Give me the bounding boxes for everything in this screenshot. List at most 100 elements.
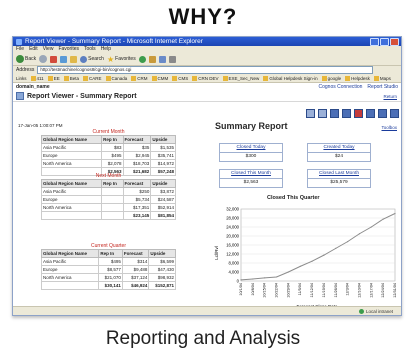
kpi-closed-today: Closed Today $300 — [219, 143, 283, 162]
return-link[interactable]: Return — [383, 94, 397, 99]
link-item[interactable]: EXE_Sec_New — [222, 75, 259, 81]
kpi-link[interactable]: Closed This Month — [220, 170, 282, 179]
stop-icon[interactable] — [50, 55, 58, 63]
menu-tools[interactable]: Tools — [84, 46, 96, 53]
links-bar: Links 411 EE Beta CARE Canada CRM CMM CM… — [13, 74, 401, 83]
current-month-table: Global Region Name Rep In Forecast Upsid… — [40, 135, 176, 176]
home-icon[interactable] — [70, 55, 78, 63]
link-label: CRM — [137, 75, 148, 81]
close-button[interactable] — [390, 37, 399, 46]
table-row: Europe $5,734 $24,587 — [40, 195, 176, 204]
y-tick-label: 12,000 — [226, 252, 239, 257]
report-studio-link[interactable]: Report Studio — [367, 84, 398, 90]
x-tick-label: 12/17/04 — [369, 283, 373, 298]
back-button[interactable]: Back — [16, 55, 36, 63]
xml-icon[interactable] — [378, 109, 387, 118]
save-icon[interactable] — [306, 109, 315, 118]
menu-edit[interactable]: Edit — [29, 46, 38, 53]
mail-icon[interactable] — [158, 55, 166, 63]
region-cell: North America — [40, 159, 103, 168]
column-header[interactable]: Global Region Name — [40, 135, 103, 144]
pdf-icon[interactable] — [354, 109, 363, 118]
data-point — [394, 212, 396, 215]
link-page-icon — [131, 75, 137, 81]
column-header[interactable]: Upside — [150, 135, 176, 144]
menu-file[interactable]: File — [16, 46, 24, 53]
window-title: Report Viewer - Summary Report - Microso… — [25, 38, 203, 45]
maximize-button[interactable] — [380, 37, 389, 46]
link-page-icon — [63, 75, 69, 81]
column-header[interactable]: Upside — [148, 249, 176, 258]
rep-in-cell: $21,070 — [98, 273, 123, 282]
region-cell: Asia Pacific — [40, 187, 103, 196]
column-header[interactable]: Global Region Name — [40, 179, 103, 188]
column-header[interactable]: Rep In — [101, 179, 124, 188]
link-label: 411 — [36, 75, 44, 81]
address-input[interactable]: http://testmachine/cognos8/cgi-bin/cogno… — [37, 66, 373, 74]
column-header[interactable]: Forecast — [122, 179, 152, 188]
link-item[interactable]: Global Helpdesk Sign-in — [263, 75, 318, 81]
link-item[interactable]: Canada — [105, 75, 127, 81]
page-title: Report Viewer - Summary Report — [27, 92, 137, 100]
toolbox-link[interactable]: Toolbox — [381, 125, 397, 130]
data-point — [275, 276, 278, 278]
favorites-button[interactable]: ★ Favorites — [107, 55, 136, 64]
link-item[interactable]: Maps — [373, 75, 391, 81]
forward-arrow-icon[interactable] — [39, 55, 48, 63]
upside-cell: $47,430 — [148, 265, 176, 274]
x-tick-label: 10/15/04 — [263, 283, 267, 298]
search-button[interactable]: Search — [80, 55, 104, 63]
kpi-closed-this-month: Closed This Month $2,563 — [219, 169, 283, 188]
link-item[interactable]: Beta — [63, 75, 79, 81]
csv-icon[interactable] — [390, 109, 399, 118]
column-header[interactable]: Global Region Name — [40, 249, 100, 258]
link-item[interactable]: CRN DEV — [192, 75, 219, 81]
link-label: CRN DEV — [198, 75, 219, 81]
link-item[interactable]: google — [321, 75, 342, 81]
link-item[interactable]: EE — [47, 75, 60, 81]
link-item[interactable]: 411 — [30, 75, 44, 81]
total-upside-cell: $152,871 — [148, 281, 176, 290]
link-item[interactable]: CMS — [172, 75, 189, 81]
link-item[interactable]: Helpdesk — [345, 75, 370, 81]
current-quarter-section: Current Quarter Global Region Name Rep I… — [40, 243, 176, 290]
keep-version-icon[interactable] — [342, 109, 351, 118]
forecast-cell: $5,734 — [122, 195, 152, 204]
kpi-link[interactable]: Closed Last Month — [308, 170, 370, 179]
link-item[interactable]: CMM — [151, 75, 168, 81]
menu-view[interactable]: View — [43, 46, 54, 53]
user-name: domain_name — [16, 84, 50, 90]
column-header[interactable]: Rep In — [101, 135, 124, 144]
cognos-connection-link[interactable]: Cognos Connection — [319, 84, 363, 90]
table-row: North America $17,351 $52,914 — [40, 203, 176, 212]
search-label: Search — [88, 56, 104, 62]
excel-icon[interactable] — [366, 109, 375, 118]
media-icon[interactable] — [138, 55, 146, 63]
email-icon[interactable] — [318, 109, 327, 118]
closed-this-quarter-chart: Lcl/Rvl Forecast Close Date 32,00028,000… — [214, 207, 397, 310]
link-item[interactable]: CARE — [82, 75, 102, 81]
run-icon[interactable] — [330, 109, 339, 118]
refresh-icon[interactable] — [60, 55, 68, 63]
table-row: North America $2,078 $18,703 $14,972 — [40, 159, 176, 168]
column-header[interactable]: Rep In — [98, 249, 123, 258]
menu-help[interactable]: Help — [101, 46, 111, 53]
column-header[interactable]: Forecast — [121, 249, 150, 258]
link-label: CMS — [178, 75, 189, 81]
forecast-cell: $314 — [121, 257, 150, 266]
minimize-button[interactable] — [370, 37, 379, 46]
link-item[interactable]: CRM — [131, 75, 148, 81]
menu-favorites[interactable]: Favorites — [58, 46, 79, 53]
column-header[interactable]: Forecast — [122, 135, 152, 144]
column-header[interactable]: Upside — [150, 179, 176, 188]
intranet-globe-icon — [358, 308, 364, 314]
chart-title: Closed This Quarter — [267, 195, 320, 201]
link-label: google — [327, 75, 342, 81]
history-icon[interactable] — [148, 55, 156, 63]
report-icon — [16, 92, 24, 100]
link-label: EE — [53, 75, 60, 81]
kpi-link[interactable]: Created Today — [308, 144, 370, 153]
print-icon[interactable] — [168, 55, 176, 63]
caption: Reporting and Analysis — [105, 328, 301, 349]
kpi-link[interactable]: Closed Today — [220, 144, 282, 153]
